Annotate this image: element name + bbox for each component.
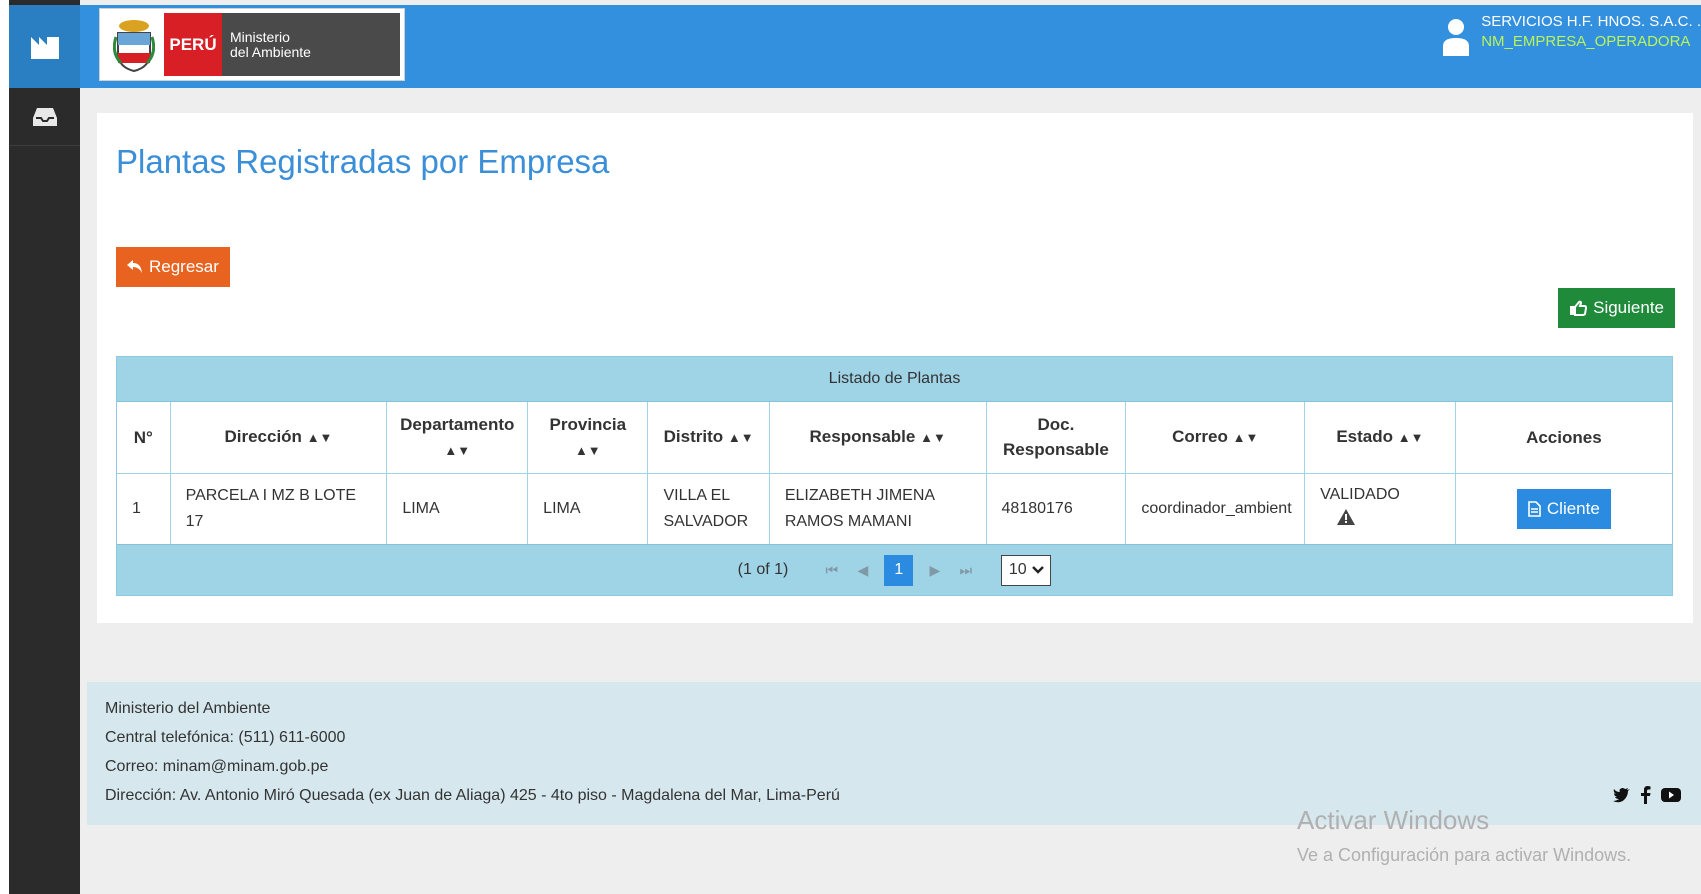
cell-distrito: VILLA EL SALVADOR (647, 473, 770, 544)
chevron-down-icon (1031, 566, 1044, 574)
brand-ministry-line1: Ministerio (230, 28, 290, 45)
table-caption: Listado de Plantas (117, 357, 1672, 402)
plants-table: Listado de Plantas N° Dirección ▲▼ Depar… (116, 356, 1673, 596)
footer-address: Dirección: Av. Antonio Miró Quesada (ex … (105, 787, 840, 804)
youtube-icon[interactable] (1661, 787, 1681, 803)
next-page-icon[interactable]: ▶ (919, 557, 950, 583)
ministry-logo[interactable]: PERÚ Ministerio del Ambiente (99, 8, 405, 81)
col-header-provincia[interactable]: Provincia ▲▼ (527, 402, 649, 474)
sort-icon: ▲▼ (1232, 430, 1259, 446)
col-header-responsable[interactable]: Responsable ▲▼ (769, 402, 987, 474)
col-header-estado[interactable]: Estado ▲▼ (1304, 402, 1456, 474)
next-button-label: Siguiente (1593, 298, 1664, 317)
top-bar: PERÚ Ministerio del Ambiente SERVICIOS H… (80, 5, 1701, 88)
user-role: NM_EMPRESA_OPERADORA (1481, 33, 1691, 50)
main-panel: Plantas Registradas por Empresa Regresar… (97, 113, 1693, 623)
coat-of-arms-icon (104, 13, 164, 76)
sort-icon: ▲▼ (444, 442, 471, 458)
sort-icon: ▲▼ (306, 430, 333, 446)
factory-icon[interactable] (9, 5, 80, 88)
client-button[interactable]: Cliente (1516, 488, 1611, 529)
rail-edge (0, 0, 9, 894)
cell-departamento: LIMA (386, 473, 529, 544)
table-header-row: N° Dirección ▲▼ Departamento ▲▼ Provincia… (117, 402, 1672, 474)
user-menu[interactable]: SERVICIOS H.F. HNOS. S.A.C. . NM_EMPRESA… (1443, 12, 1701, 61)
footer: Ministerio del Ambiente Central telefóni… (87, 682, 1701, 825)
reply-icon (127, 260, 142, 273)
sort-icon: ▲▼ (727, 430, 754, 446)
side-rail (0, 0, 80, 894)
col-header-distrito[interactable]: Distrito ▲▼ (647, 402, 770, 474)
cell-number: 1 (117, 473, 171, 544)
page-title: Plantas Registradas por Empresa (116, 143, 610, 180)
brand-ministry: Ministerio del Ambiente (222, 13, 400, 76)
page-summary: (1 of 1) (737, 561, 789, 578)
cell-direccion: PARCELA I MZ B LOTE 17 (170, 473, 388, 544)
last-page-icon[interactable]: ⏭ (950, 557, 981, 583)
page-1-button[interactable]: 1 (884, 554, 914, 586)
col-header-acciones: Acciones (1455, 402, 1672, 474)
col-header-direccion[interactable]: Dirección ▲▼ (170, 402, 388, 474)
user-icon (1443, 18, 1470, 61)
client-button-label: Cliente (1546, 498, 1600, 518)
cell-correo: coordinador_ambient (1125, 473, 1306, 544)
cell-doc: 48180176 (986, 473, 1127, 544)
footer-ministry: Ministerio del Ambiente (105, 700, 271, 717)
hand-pointer-icon (1570, 300, 1588, 316)
sort-icon: ▲▼ (1397, 430, 1424, 446)
col-header-doc: Doc. Responsable (986, 402, 1127, 474)
rows-per-page-select[interactable]: 10 (1001, 554, 1052, 586)
brand-country: PERÚ (164, 13, 222, 76)
twitter-icon[interactable] (1613, 787, 1631, 803)
first-page-icon[interactable]: ⏮ (816, 557, 847, 583)
windows-activation-subtitle: Ve a Configuración para activar Windows. (1297, 845, 1632, 865)
windows-activation-title: Activar Windows (1297, 805, 1490, 835)
next-button[interactable]: Siguiente (1558, 288, 1675, 328)
col-header-number: N° (117, 402, 171, 474)
footer-phone: Central telefónica: (511) 611-6000 (105, 729, 346, 746)
warning-icon[interactable] (1336, 508, 1356, 535)
col-header-correo[interactable]: Correo ▲▼ (1125, 402, 1306, 474)
user-company: SERVICIOS H.F. HNOS. S.A.C. . (1481, 13, 1701, 30)
paginator: (1 of 1) ⏮ ◀ 1 ▶ ⏭ 10 (117, 544, 1672, 595)
cell-acciones: Cliente (1455, 473, 1672, 544)
sort-icon: ▲▼ (574, 442, 601, 458)
cell-estado: VALIDADO (1304, 473, 1456, 544)
table-row[interactable]: 1 PARCELA I MZ B LOTE 17 LIMA LIMA VILLA… (117, 473, 1672, 544)
rows-per-page-value: 10 (1008, 561, 1027, 578)
cell-provincia: LIMA (527, 473, 649, 544)
footer-email: Correo: minam@minam.gob.pe (105, 758, 329, 775)
estado-text: VALIDADO (1320, 486, 1400, 504)
back-button[interactable]: Regresar (116, 247, 230, 287)
document-icon (1528, 500, 1541, 517)
facebook-icon[interactable] (1641, 786, 1651, 804)
sort-icon: ▲▼ (920, 430, 946, 446)
col-header-departamento[interactable]: Departamento ▲▼ (386, 402, 529, 474)
brand-ministry-line2: del Ambiente (230, 43, 311, 60)
cell-responsable: ELIZABETH JIMENA RAMOS MAMANI (769, 473, 987, 544)
prev-page-icon[interactable]: ◀ (847, 557, 878, 583)
back-button-label: Regresar (149, 257, 219, 276)
plants-datatable: N° Dirección ▲▼ Departamento ▲▼ Provincia… (117, 402, 1672, 544)
inbox-icon[interactable] (9, 88, 80, 146)
social-links (1613, 786, 1681, 804)
